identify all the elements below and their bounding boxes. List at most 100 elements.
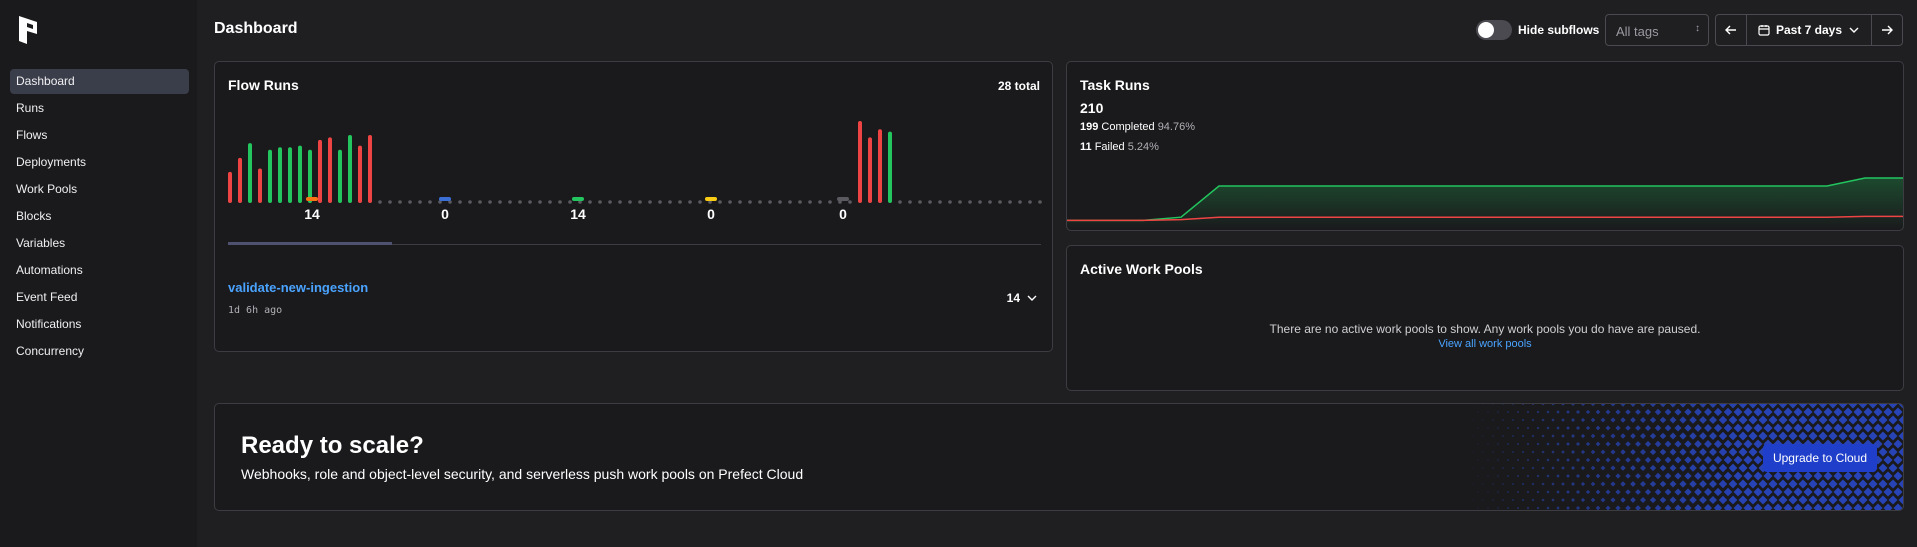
sidebar-item-work-pools[interactable]: Work Pools [10, 177, 189, 202]
pattern-diamond [1853, 471, 1863, 481]
pattern-diamond [1858, 404, 1868, 409]
pattern-diamond [1507, 411, 1509, 413]
sidebar-item-runs[interactable]: Runs [10, 96, 189, 121]
sidebar-item-flows[interactable]: Flows [10, 123, 189, 148]
pattern-diamond [1640, 417, 1646, 423]
pattern-diamond [1718, 463, 1728, 473]
pattern-diamond [1773, 487, 1783, 497]
flow-run-bar-completed[interactable] [338, 149, 342, 203]
flow-run-empty-slot [938, 200, 942, 204]
next-range-button[interactable] [1872, 15, 1902, 45]
flow-run-empty-slot [1008, 200, 1012, 204]
sidebar-item-deployments[interactable]: Deployments [10, 150, 189, 175]
flow-run-bar-completed[interactable] [248, 143, 252, 203]
pattern-diamond [1511, 498, 1515, 502]
upgrade-to-cloud-button[interactable]: Upgrade to Cloud [1763, 444, 1877, 472]
flow-run-bar-completed[interactable] [288, 147, 292, 203]
flow-run-state-tab[interactable]: 14 [548, 197, 608, 222]
pattern-diamond [1605, 457, 1611, 463]
flow-run-state-tab[interactable]: 14 [282, 197, 342, 222]
pattern-diamond [1585, 457, 1591, 463]
tags-select[interactable]: All tags ↕ [1605, 14, 1709, 46]
flow-run-bar-completed[interactable] [308, 149, 312, 203]
flow-run-empty-slot [538, 200, 542, 204]
pattern-diamond [1585, 425, 1591, 431]
pattern-diamond [1620, 417, 1626, 423]
prefect-logo-icon[interactable] [17, 14, 39, 46]
pattern-diamond [1615, 457, 1621, 463]
pattern-diamond [1571, 482, 1575, 486]
pattern-diamond [1511, 450, 1515, 454]
pattern-diamond [1878, 447, 1888, 457]
flow-run-bar-failed[interactable] [318, 139, 322, 203]
flow-run-bar-failed[interactable] [358, 145, 362, 203]
view-all-work-pools-link[interactable]: View all work pools [1067, 338, 1903, 350]
pattern-diamond [1684, 408, 1692, 416]
pattern-diamond [1551, 482, 1555, 486]
pattern-diamond [1536, 506, 1540, 510]
flow-run-state-tab[interactable]: 0 [681, 197, 741, 222]
flow-run-bar-failed[interactable] [368, 134, 372, 203]
pattern-diamond [1531, 482, 1535, 486]
pattern-diamond [1585, 409, 1591, 415]
flow-run-bar-completed[interactable] [278, 147, 282, 203]
pattern-diamond [1738, 495, 1748, 505]
flow-run-bar-failed[interactable] [858, 121, 862, 203]
flow-run-bar-failed[interactable] [328, 137, 332, 203]
sidebar-item-dashboard[interactable]: Dashboard [10, 69, 189, 94]
pattern-diamond [1659, 404, 1667, 408]
sidebar-item-automations[interactable]: Automations [10, 258, 189, 283]
pattern-diamond [1758, 415, 1768, 425]
flow-run-state-tab[interactable]: 0 [415, 197, 475, 222]
flow-run-bar-completed[interactable] [268, 149, 272, 203]
date-range-button[interactable]: Past 7 days [1746, 15, 1872, 45]
pattern-diamond [1482, 435, 1484, 437]
flow-run-bar-completed[interactable] [348, 134, 352, 203]
previous-range-button[interactable] [1716, 15, 1746, 45]
pattern-diamond [1883, 455, 1893, 465]
pattern-diamond [1482, 404, 1484, 405]
flow-run-state-tab[interactable]: 0 [813, 197, 873, 222]
flow-run-bar-failed[interactable] [258, 168, 262, 203]
flow-run-bar-completed[interactable] [888, 131, 892, 203]
pattern-diamond [1669, 464, 1677, 472]
pattern-diamond [1843, 407, 1853, 417]
hide-subflows-toggle[interactable] [1476, 20, 1512, 40]
pattern-diamond [1843, 487, 1853, 497]
pattern-diamond [1803, 487, 1813, 497]
pattern-diamond [1783, 503, 1793, 510]
pattern-diamond [1743, 487, 1753, 497]
flow-run-bar-failed[interactable] [868, 137, 872, 203]
flow-run-bar-failed[interactable] [228, 171, 232, 203]
sidebar: Dashboard Runs Flows Deployments Work Pools B… [0, 0, 197, 547]
flow-run-bar-failed[interactable] [238, 157, 242, 203]
flow-run-count-expand[interactable]: 14 [1007, 291, 1038, 305]
pattern-diamond [1848, 431, 1858, 441]
pattern-diamond [1679, 404, 1687, 408]
pattern-diamond [1472, 499, 1474, 501]
pattern-diamond [1644, 504, 1652, 510]
pattern-diamond [1798, 495, 1808, 505]
sidebar-item-concurrency[interactable]: Concurrency [10, 339, 189, 364]
pattern-diamond [1694, 456, 1702, 464]
pattern-diamond [1728, 479, 1738, 489]
flow-name-link[interactable]: validate-new-ingestion [228, 280, 368, 295]
sidebar-item-notifications[interactable]: Notifications [10, 312, 189, 337]
flow-run-empty-slot [958, 200, 962, 204]
pattern-diamond [1536, 458, 1540, 462]
pattern-diamond [1803, 503, 1813, 510]
pattern-diamond [1699, 416, 1707, 424]
pattern-diamond [1511, 404, 1515, 406]
sidebar-item-event-feed[interactable]: Event Feed [10, 285, 189, 310]
sidebar-item-variables[interactable]: Variables [10, 231, 189, 256]
pattern-diamond [1733, 423, 1743, 433]
flow-run-bar-failed[interactable] [878, 129, 882, 203]
pattern-diamond [1664, 440, 1672, 448]
pattern-diamond [1649, 448, 1657, 456]
pattern-diamond [1595, 409, 1601, 415]
sidebar-item-blocks[interactable]: Blocks [10, 204, 189, 229]
flow-run-bar-completed[interactable] [298, 145, 302, 203]
pattern-diamond [1566, 474, 1570, 478]
pattern-diamond [1689, 480, 1697, 488]
pattern-diamond [1526, 442, 1530, 446]
